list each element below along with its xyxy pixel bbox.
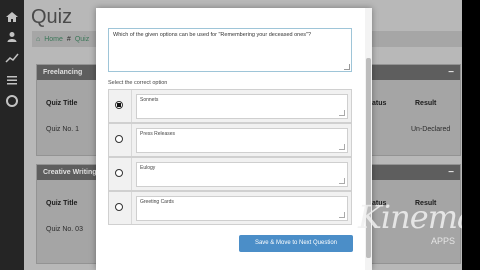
select-option-label: Select the correct option — [108, 80, 168, 86]
radio-button[interactable] — [115, 169, 123, 177]
question-text: Which of the given options can be used f… — [113, 32, 312, 38]
option-sonnets[interactable]: Sonnets — [108, 89, 352, 123]
app-window: Quiz ⌂ Home # Quiz Freelancing − Quiz Ti… — [0, 0, 462, 270]
option-greeting-cards[interactable]: Greeting Cards — [108, 191, 352, 225]
option-press-releases[interactable]: Press Releases — [108, 123, 352, 157]
radio-cell — [109, 124, 132, 156]
option-textbox[interactable]: Greeting Cards — [136, 196, 348, 221]
option-label: Eulogy — [140, 165, 156, 171]
option-textbox[interactable]: Press Releases — [136, 128, 348, 153]
save-next-question-button[interactable]: Save & Move to Next Question — [239, 235, 353, 252]
radio-cell — [109, 192, 132, 224]
resize-handle-icon[interactable] — [339, 178, 345, 184]
radio-button[interactable] — [115, 203, 123, 211]
radio-button[interactable] — [115, 101, 123, 109]
option-eulogy[interactable]: Eulogy — [108, 157, 352, 191]
watermark-sub: APPS — [431, 236, 456, 246]
radio-cell — [109, 90, 132, 122]
option-label: Greeting Cards — [140, 199, 174, 205]
resize-handle-icon[interactable] — [339, 212, 345, 218]
right-black-bar — [462, 0, 480, 270]
option-textbox[interactable]: Sonnets — [136, 94, 348, 119]
question-modal: Which of the given options can be used f… — [96, 8, 372, 270]
question-textarea[interactable]: Which of the given options can be used f… — [108, 28, 352, 72]
resize-handle-icon[interactable] — [339, 144, 345, 150]
radio-cell — [109, 158, 132, 190]
radio-button[interactable] — [115, 135, 123, 143]
resize-handle-icon[interactable] — [339, 110, 345, 116]
resize-handle-icon[interactable] — [344, 64, 350, 70]
option-label: Sonnets — [140, 97, 159, 103]
watermark-logo: Kinemaster — [358, 198, 462, 236]
option-label: Press Releases — [140, 131, 176, 137]
option-textbox[interactable]: Eulogy — [136, 162, 348, 187]
